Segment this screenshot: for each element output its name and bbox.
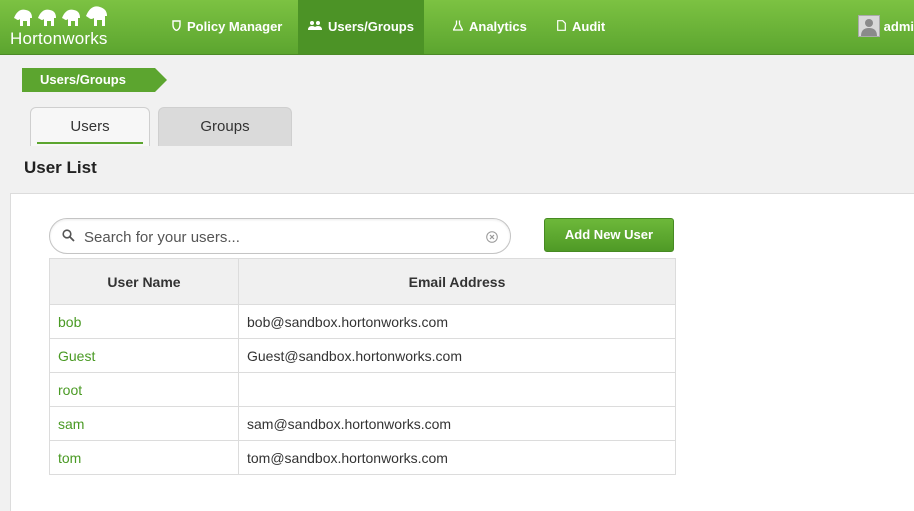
nav-policy-manager-label: Policy Manager [187, 19, 283, 34]
tab-users[interactable]: Users [30, 107, 150, 146]
nav-audit-label: Audit [572, 19, 606, 34]
tab-users-label: Users [70, 118, 110, 135]
add-new-user-button[interactable]: Add New User [544, 218, 674, 252]
email-cell: Guest@sandbox.hortonworks.com [238, 338, 676, 373]
user-name-link[interactable]: Guest [49, 338, 239, 373]
page-title: User List [24, 158, 97, 177]
hortonworks-logo[interactable]: Hortonworks [10, 6, 120, 50]
logo-text: Hortonworks [10, 29, 108, 48]
avatar [857, 14, 880, 37]
shield-icon [172, 0, 181, 54]
nav-analytics-label: Analytics [469, 19, 527, 34]
email-cell: tom@sandbox.hortonworks.com [238, 440, 676, 475]
active-tab-indicator [37, 142, 143, 144]
search-input[interactable] [82, 225, 476, 249]
tab-groups-label: Groups [200, 118, 250, 135]
user-menu-label: admi [883, 19, 914, 34]
user-menu[interactable]: admi [857, 0, 914, 54]
user-name-link[interactable]: root [49, 372, 239, 407]
table-row: Guest Guest@sandbox.hortonworks.com [49, 338, 676, 373]
column-header-user-name[interactable]: User Name [49, 258, 239, 305]
user-name-link[interactable]: bob [49, 304, 239, 339]
search-box[interactable] [49, 218, 511, 254]
breadcrumb-label: Users/Groups [40, 72, 126, 87]
user-name-link[interactable]: sam [49, 406, 239, 441]
nav-policy-manager[interactable]: Policy Manager [162, 0, 292, 54]
flask-icon [452, 0, 464, 54]
tab-groups[interactable]: Groups [158, 107, 292, 146]
breadcrumb[interactable]: Users/Groups [22, 68, 167, 92]
email-cell [238, 372, 676, 407]
user-table: User Name Email Address bob bob@sandbox.… [49, 258, 676, 475]
top-navbar: Hortonworks Policy Manager Users/Groups … [0, 0, 914, 55]
email-cell: sam@sandbox.hortonworks.com [238, 406, 676, 441]
table-row: tom tom@sandbox.hortonworks.com [49, 440, 676, 475]
column-header-email[interactable]: Email Address [238, 258, 676, 305]
nav-audit[interactable]: Audit [547, 0, 615, 54]
nav-analytics[interactable]: Analytics [443, 0, 537, 54]
table-row: root [49, 372, 676, 407]
table-row: bob bob@sandbox.hortonworks.com [49, 304, 676, 339]
nav-users-groups-label: Users/Groups [328, 19, 414, 34]
email-cell: bob@sandbox.hortonworks.com [238, 304, 676, 339]
table-header-row: User Name Email Address [49, 258, 676, 305]
users-icon [308, 0, 322, 54]
clear-search-icon[interactable] [486, 230, 498, 248]
user-name-link[interactable]: tom [49, 440, 239, 475]
document-icon [557, 0, 566, 54]
nav-users-groups[interactable]: Users/Groups [298, 0, 424, 54]
table-row: sam sam@sandbox.hortonworks.com [49, 406, 676, 441]
elephants-logo-icon [14, 6, 107, 26]
search-icon [62, 229, 75, 247]
